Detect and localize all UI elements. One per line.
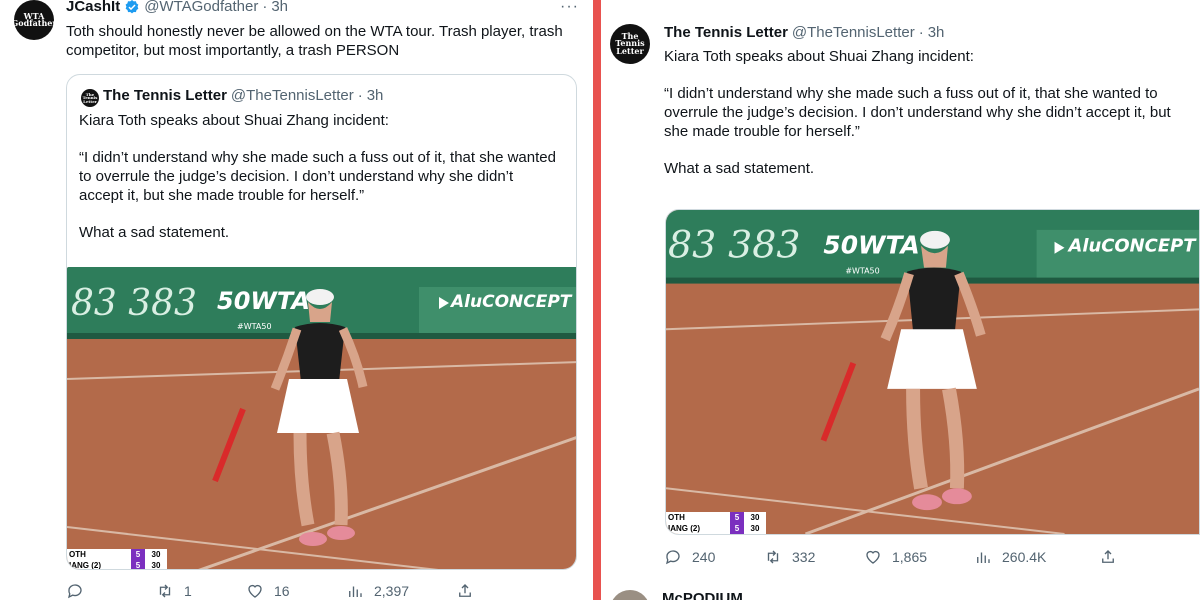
left-tweet-panel: WTA Godfather JCashIt @WTAGodfather 3h ·… — [0, 0, 593, 600]
score-row: OTH 5 30 — [67, 549, 167, 560]
quoted-tweet-text: Kiara Toth speaks about Shuai Zhang inci… — [79, 111, 559, 242]
board-logo: 50WTA — [217, 287, 310, 315]
score-points: 30 — [744, 512, 766, 523]
sponsor-logo: AluCONCEPT — [1066, 236, 1197, 257]
quoted-author-handle: @TheTennisLetter — [230, 87, 354, 104]
quoted-tweet[interactable]: The Tennis Letter The Tennis Letter @The… — [66, 74, 577, 570]
tweet-time[interactable]: 3h — [258, 0, 288, 15]
score-player: IANG (2) — [67, 560, 131, 569]
tweet-quote: “I didn’t understand why she made such a… — [664, 85, 1171, 140]
reply-button[interactable] — [66, 582, 156, 600]
reply-icon — [68, 584, 82, 599]
scoreboard-overlay: OTH 5 30 IANG (2) 5 30 — [666, 512, 766, 534]
video-frame: 83 383 50WTA #WTA50 AluCONCEPT — [67, 267, 576, 569]
like-count: 16 — [274, 583, 290, 599]
share-icon — [459, 584, 471, 597]
score-set: 5 — [730, 523, 744, 534]
retweet-button[interactable]: 1 — [156, 582, 246, 600]
share-button[interactable] — [456, 582, 474, 600]
quoted-author-name: The Tennis Letter — [103, 87, 227, 104]
score-set: 5 — [131, 560, 145, 569]
like-button[interactable]: 16 — [246, 582, 346, 600]
views-button[interactable]: 260.4K — [974, 548, 1099, 566]
analytics-icon — [977, 552, 990, 563]
tweet-header: The Tennis Letter @TheTennisLetter 3h — [664, 24, 944, 41]
tweet-video[interactable]: 83 383 50WTA #WTA50 AluCONCEPT OTH 5 30 … — [67, 267, 576, 569]
avatar-text: WTA Godfather — [11, 10, 57, 28]
tweet-actions: 240 332 1,865 260.4K — [664, 548, 1117, 566]
tweet-text: Kiara Toth speaks about Shuai Zhang inci… — [664, 47, 1194, 178]
board-logo: 50WTA — [823, 231, 919, 260]
view-count: 260.4K — [1002, 549, 1047, 565]
board-digits: 83 383 — [71, 283, 197, 324]
reply-button[interactable]: 240 — [664, 548, 764, 566]
view-count: 2,397 — [374, 583, 410, 599]
board-tag: #WTA50 — [845, 267, 879, 276]
sponsor-logo: AluCONCEPT — [449, 292, 573, 312]
reply-count: 240 — [692, 549, 716, 565]
verified-badge-icon — [125, 0, 139, 13]
right-tweet-panel: The Tennis Letter The Tennis Letter @The… — [601, 0, 1200, 600]
author-handle[interactable]: @TheTennisLetter — [792, 24, 915, 41]
tweet-video[interactable]: 83 383 50WTA #WTA50 AluCONCEPT OTH 5 30 — [665, 209, 1200, 535]
score-points: 30 — [145, 560, 167, 569]
avatar-text: The Tennis Letter — [82, 91, 98, 104]
score-points: 30 — [744, 523, 766, 534]
next-reply-author[interactable]: McPODIUM — [662, 590, 743, 600]
share-button[interactable] — [1099, 548, 1117, 566]
tweet-closing: What a sad statement. — [664, 160, 815, 177]
retweet-count: 1 — [184, 583, 192, 599]
board-digits: 83 383 — [668, 223, 800, 267]
retweet-icon — [159, 584, 171, 598]
score-row: IANG (2) 5 30 — [666, 523, 766, 534]
quoted-quote: “I didn’t understand why she made such a… — [79, 149, 556, 204]
more-options-icon[interactable]: ··· — [560, 0, 579, 16]
score-set: 5 — [131, 549, 145, 560]
retweet-button[interactable]: 332 — [764, 548, 864, 566]
quoted-tweet-time: 3h — [354, 87, 384, 104]
heart-icon — [248, 584, 262, 598]
share-icon — [1102, 550, 1114, 563]
avatar-text: The Tennis Letter — [615, 31, 645, 56]
video-frame: 83 383 50WTA #WTA50 AluCONCEPT — [666, 210, 1199, 534]
score-player: OTH — [666, 512, 730, 523]
scoreboard-overlay: OTH 5 30 IANG (2) 5 30 — [67, 549, 167, 569]
board-tag: #WTA50 — [237, 322, 272, 331]
quoted-closing: What a sad statement. — [79, 224, 230, 241]
tweet-actions: 1 16 2,397 — [66, 582, 474, 600]
score-row: IANG (2) 5 30 — [67, 560, 167, 569]
tweet-time[interactable]: 3h — [915, 24, 945, 41]
retweet-icon — [767, 550, 779, 564]
views-button[interactable]: 2,397 — [346, 582, 456, 600]
author-name[interactable]: The Tennis Letter — [664, 24, 788, 41]
author-avatar[interactable]: The Tennis Letter — [610, 24, 650, 64]
retweet-count: 332 — [792, 549, 816, 565]
like-button[interactable]: 1,865 — [864, 548, 974, 566]
score-set: 5 — [730, 512, 744, 523]
author-avatar[interactable]: WTA Godfather — [11, 0, 57, 40]
score-player: OTH — [67, 549, 131, 560]
tweet-text: Toth should honestly never be allowed on… — [66, 23, 563, 59]
quoted-author-avatar: The Tennis Letter — [81, 89, 99, 107]
score-row: OTH 5 30 — [666, 512, 766, 523]
heart-icon — [866, 550, 880, 564]
quoted-line1: Kiara Toth speaks about Shuai Zhang inci… — [79, 112, 389, 129]
score-points: 30 — [145, 549, 167, 560]
tweet-header: JCashIt @WTAGodfather 3h — [66, 0, 288, 15]
tweet-line1: Kiara Toth speaks about Shuai Zhang inci… — [664, 48, 974, 65]
score-player: IANG (2) — [666, 523, 730, 534]
reply-icon — [666, 550, 680, 565]
author-handle[interactable]: @WTAGodfather — [144, 0, 258, 15]
analytics-icon — [349, 586, 362, 597]
author-name[interactable]: JCashIt — [66, 0, 120, 15]
quoted-tweet-header: The Tennis Letter @TheTennisLetter 3h — [103, 87, 383, 104]
like-count: 1,865 — [892, 549, 928, 565]
